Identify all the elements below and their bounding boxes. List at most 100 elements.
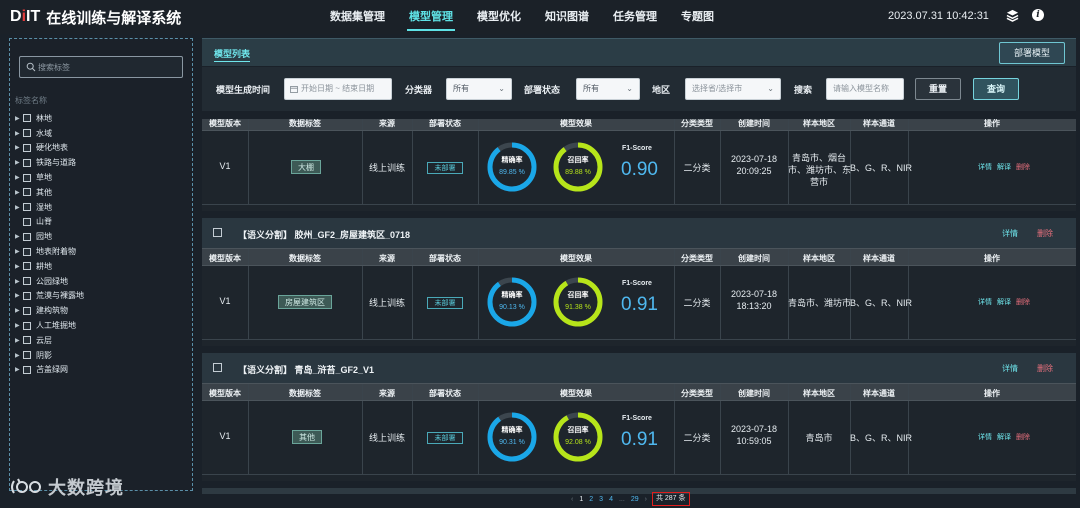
tag-item[interactable]: ▶ 阴影 <box>15 348 185 363</box>
caret-right-icon[interactable]: ▶ <box>15 174 23 181</box>
page-29[interactable]: 29 <box>631 496 639 503</box>
row-delete-link[interactable]: 删除 <box>1016 432 1030 442</box>
nav-thematic-map[interactable]: 专题图 <box>669 0 726 34</box>
app-logo[interactable]: DiIT 在线训练与解译系统 <box>10 7 181 27</box>
nav-model-optimize[interactable]: 模型优化 <box>465 0 533 34</box>
card-delete-link[interactable]: 删除 <box>1037 228 1053 239</box>
tag-item[interactable]: ▶ 人工堆掘地 <box>15 318 185 333</box>
caret-right-icon[interactable]: ▶ <box>15 292 23 299</box>
caret-right-icon[interactable]: ▶ <box>15 159 23 166</box>
tag-checkbox[interactable] <box>23 232 31 241</box>
page-4[interactable]: 4 <box>609 496 613 503</box>
nav-model-management[interactable]: 模型管理 <box>397 0 465 34</box>
row-interpret-link[interactable]: 解译 <box>997 162 1011 172</box>
tag-item[interactable]: ▶ 云层 <box>15 333 185 348</box>
tag-checkbox[interactable] <box>23 173 31 182</box>
tag-item[interactable]: ▶ 水域 <box>15 126 185 141</box>
next-page-button[interactable]: › <box>645 496 647 503</box>
row-detail-link[interactable]: 详情 <box>978 432 992 442</box>
tag-checkbox[interactable] <box>23 217 31 226</box>
row-delete-link[interactable]: 删除 <box>1016 162 1030 172</box>
caret-right-icon[interactable]: ▶ <box>15 115 23 122</box>
nav-dataset[interactable]: 数据集管理 <box>318 0 397 34</box>
card-detail-link[interactable]: 详情 <box>1002 363 1018 374</box>
tag-checkbox[interactable] <box>23 158 31 167</box>
tag-item[interactable]: ▶ 耕地 <box>15 259 185 274</box>
tag-item[interactable]: ▶ 荒漠与裸露地 <box>15 289 185 304</box>
tag-item[interactable]: ▶ 苫盖绿网 <box>15 363 185 378</box>
row-interpret-link[interactable]: 解译 <box>997 432 1011 442</box>
tag-item[interactable]: ▶ 园地 <box>15 229 185 244</box>
table-row[interactable]: V1 房屋建筑区 线上训练 未部署 精确率 90.13 % 召回率 91.38 % F1-Sco… <box>202 266 1076 340</box>
caret-right-icon[interactable]: ▶ <box>15 204 23 211</box>
deploy-status-select[interactable]: 所有 ⌄ <box>576 78 640 100</box>
reset-button[interactable]: 重置 <box>915 78 961 100</box>
layers-icon[interactable] <box>1006 9 1019 22</box>
row-detail-link[interactable]: 详情 <box>978 297 992 307</box>
tag-checkbox[interactable] <box>23 262 31 271</box>
table-row[interactable]: V1 大棚 线上训练 未部署 精确率 89.85 % 召回率 89.88 % F1-Score 0… <box>202 131 1076 205</box>
tag-checkbox[interactable] <box>23 336 31 345</box>
tag-checkbox[interactable] <box>23 143 31 152</box>
region-select[interactable]: 选择省/选择市 ⌄ <box>685 78 781 100</box>
classifier-select[interactable]: 所有 ⌄ <box>446 78 512 100</box>
nav-knowledge-graph[interactable]: 知识图谱 <box>533 0 601 34</box>
caret-right-icon[interactable]: ▶ <box>15 263 23 270</box>
page-2[interactable]: 2 <box>589 496 593 503</box>
tag-item[interactable]: ▶ 湿地 <box>15 200 185 215</box>
tag-item[interactable]: ▶ 其他 <box>15 185 185 200</box>
tag-checkbox[interactable] <box>23 306 31 315</box>
caret-right-icon[interactable]: ▶ <box>15 189 23 196</box>
tag-sidebar: 标签名称 ▶ 林地 ▶ 水域 ▶ 硬化地表 ▶ 铁路与道路 ▶ 草地 ▶ 其他 ▶ 湿地山脊 ▶ 园地 ▶ 地表附… <box>9 38 193 491</box>
tag-checkbox[interactable] <box>23 277 31 286</box>
tag-checkbox[interactable] <box>23 129 31 138</box>
model-name-search-input[interactable]: 请输入模型名称 <box>826 78 904 100</box>
query-button[interactable]: 查询 <box>973 78 1019 100</box>
caret-right-icon[interactable]: ▶ <box>15 307 23 314</box>
tag-checkbox[interactable] <box>23 321 31 330</box>
row-interpret-link[interactable]: 解译 <box>997 297 1011 307</box>
caret-right-icon[interactable]: ▶ <box>15 352 23 359</box>
tag-checkbox[interactable] <box>23 365 31 374</box>
model-list[interactable]: 模型版本 数据标签 来源 部署状态 模型效果 分类类型 创建时间 样本地区 样本通道 操作 V1 大棚… <box>202 119 1076 489</box>
tag-item[interactable]: ▶ 地表附着物 <box>15 244 185 259</box>
tag-item[interactable]: ▶ 草地 <box>15 170 185 185</box>
tag-item[interactable]: ▶ 林地 <box>15 111 185 126</box>
caret-right-icon[interactable]: ▶ <box>15 130 23 137</box>
tag-checkbox[interactable] <box>23 291 31 300</box>
deploy-model-button[interactable]: 部署模型 <box>999 42 1065 64</box>
caret-right-icon[interactable]: ▶ <box>15 248 23 255</box>
tag-item[interactable]: ▶ 建构筑物 <box>15 303 185 318</box>
page-ellipsis[interactable]: ... <box>619 496 625 503</box>
nav-task-management[interactable]: 任务管理 <box>601 0 669 34</box>
tag-item[interactable]: ▶ 公园绿地 <box>15 274 185 289</box>
caret-right-icon[interactable]: ▶ <box>15 233 23 240</box>
card-delete-link[interactable]: 删除 <box>1037 363 1053 374</box>
caret-right-icon[interactable]: ▶ <box>15 144 23 151</box>
tag-item[interactable]: ▶ 硬化地表 <box>15 141 185 156</box>
card-checkbox[interactable] <box>213 228 222 237</box>
card-checkbox[interactable] <box>213 363 222 372</box>
table-row[interactable]: V1 其他 线上训练 未部署 精确率 90.31 % 召回率 92.08 % F1-Score 0… <box>202 401 1076 475</box>
tag-search-box[interactable] <box>19 56 183 78</box>
caret-right-icon[interactable]: ▶ <box>15 366 23 373</box>
tag-checkbox[interactable] <box>23 203 31 212</box>
prev-page-button[interactable]: ‹ <box>571 496 573 503</box>
row-detail-link[interactable]: 详情 <box>978 162 992 172</box>
date-range-picker[interactable]: 开始日期 ~ 结束日期 <box>284 78 392 100</box>
tag-search-input[interactable] <box>38 60 178 75</box>
page-3[interactable]: 3 <box>599 496 603 503</box>
tag-checkbox[interactable] <box>23 188 31 197</box>
caret-right-icon[interactable]: ▶ <box>15 322 23 329</box>
tag-item[interactable]: ▶ 铁路与道路 <box>15 155 185 170</box>
page-1[interactable]: 1 <box>579 496 583 503</box>
row-delete-link[interactable]: 删除 <box>1016 297 1030 307</box>
tag-checkbox[interactable] <box>23 247 31 256</box>
tag-checkbox[interactable] <box>23 114 31 123</box>
info-icon[interactable]: i <box>1032 9 1044 21</box>
caret-right-icon[interactable]: ▶ <box>15 337 23 344</box>
tag-item[interactable]: 山脊 <box>15 215 185 230</box>
tag-checkbox[interactable] <box>23 351 31 360</box>
card-detail-link[interactable]: 详情 <box>1002 228 1018 239</box>
caret-right-icon[interactable]: ▶ <box>15 278 23 285</box>
